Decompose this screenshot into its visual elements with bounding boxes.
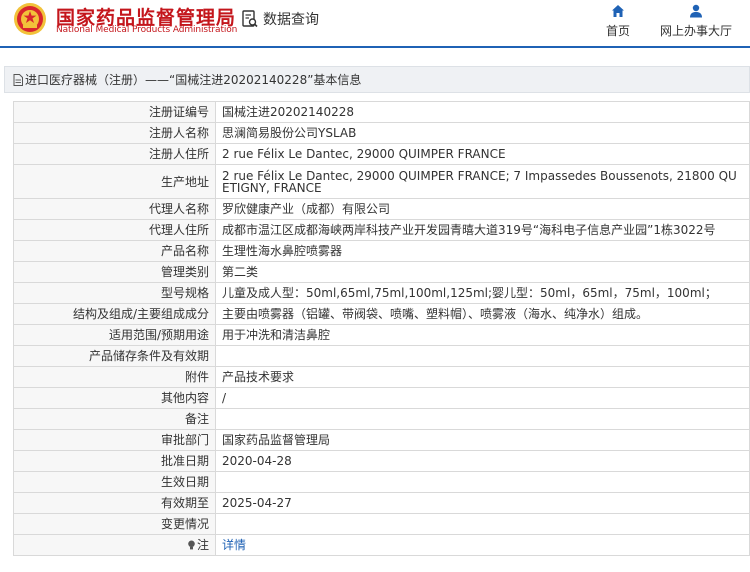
field-label: 审批部门 (13, 429, 216, 451)
field-label: 注册证编号 (13, 101, 216, 123)
org-name-en[interactable]: National Medical Products Administration (56, 25, 237, 35)
field-label: 产品储存条件及有效期 (13, 345, 216, 367)
details-link[interactable]: 详情 (222, 538, 246, 552)
table-row: 批准日期 2020-04-28 (13, 450, 750, 472)
field-label: 附件 (13, 366, 216, 388)
national-emblem-icon[interactable] (13, 2, 47, 36)
table-row: 生效日期 (13, 471, 750, 493)
field-label: 注册人住所 (13, 143, 216, 165)
nav-service-label: 网上办事大厅 (659, 24, 732, 38)
note-value-cell: 详情 (215, 534, 750, 556)
table-row: 生产地址 2 rue Félix Le Dantec, 29000 QUIMPER… (13, 164, 750, 199)
field-value (215, 345, 750, 367)
field-label: 有效期至 (13, 492, 216, 514)
field-value (215, 471, 750, 493)
field-label: 管理类别 (13, 261, 216, 283)
field-value: / (215, 387, 750, 409)
table-row: 备注 (13, 408, 750, 430)
field-label: 备注 (13, 408, 216, 430)
field-label: 型号规格 (13, 282, 216, 304)
field-value: 生理性海水鼻腔喷雾器 (215, 240, 750, 262)
field-value: 国械注进20202140228 (215, 101, 750, 123)
document-icon (13, 73, 23, 86)
note-label-cell: 注 (13, 534, 216, 556)
table-row: 管理类别 第二类 (13, 261, 750, 283)
field-value: 2 rue Félix Le Dantec, 29000 QUIMPER FRA… (215, 164, 750, 199)
field-value: 国家药品监督管理局 (215, 429, 750, 451)
field-label: 代理人名称 (13, 198, 216, 220)
lightbulb-icon (188, 540, 195, 550)
field-label: 结构及组成/主要组成成分 (13, 303, 216, 325)
field-value (215, 408, 750, 430)
table-row: 代理人住所 成都市温江区成都海峡两岸科技产业开发园青暿大道319号“海科电子信息产… (13, 219, 750, 241)
field-value: 主要由喷雾器（铝罐、带阀袋、喷嘴、塑料帽）、喷雾液（海水、纯净水）组成。 (215, 303, 750, 325)
record-title: 进口医疗器械（注册）——“国械注进20202140228”基本信息 (25, 73, 362, 87)
field-value: 2 rue Félix Le Dantec, 29000 QUIMPER FRA… (215, 143, 750, 165)
field-label: 生效日期 (13, 471, 216, 493)
field-label: 生产地址 (13, 164, 216, 199)
table-row: 附件 产品技术要求 (13, 366, 750, 388)
field-value: 用于冲洗和清洁鼻腔 (215, 324, 750, 346)
header-divider (0, 46, 750, 48)
table-row: 有效期至 2025-04-27 (13, 492, 750, 514)
record-title-bar: 进口医疗器械（注册）——“国械注进20202140228”基本信息 (4, 66, 750, 93)
field-value: 成都市温江区成都海峡两岸科技产业开发园青暿大道319号“海科电子信息产业园”1栋… (215, 219, 750, 241)
field-value: 2020-04-28 (215, 450, 750, 472)
field-label: 批准日期 (13, 450, 216, 472)
data-query-label: 数据查询 (263, 12, 319, 28)
field-value: 产品技术要求 (215, 366, 750, 388)
table-row: 审批部门 国家药品监督管理局 (13, 429, 750, 451)
table-row: 适用范围/预期用途 用于冲洗和清洁鼻腔 (13, 324, 750, 346)
field-value: 思澜简易股份公司YSLAB (215, 122, 750, 144)
field-label: 代理人住所 (13, 219, 216, 241)
home-icon (612, 5, 624, 17)
field-label: 其他内容 (13, 387, 216, 409)
table-row: 产品名称 生理性海水鼻腔喷雾器 (13, 240, 750, 262)
field-value (215, 513, 750, 535)
site-header: 国家药品监督管理局 National Medical Products Admi… (0, 0, 750, 48)
table-row: 注册人住所 2 rue Félix Le Dantec, 29000 QUIMPE… (13, 143, 750, 165)
field-value: 第二类 (215, 261, 750, 283)
field-label: 产品名称 (13, 240, 216, 262)
user-icon (690, 4, 702, 18)
table-row-note: 注 详情 (13, 534, 750, 556)
table-row: 产品储存条件及有效期 (13, 345, 750, 367)
table-row: 代理人名称 罗欣健康产业（成都）有限公司 (13, 198, 750, 220)
table-row: 型号规格 儿童及成人型：50ml,65ml,75ml,100ml,125ml;婴儿… (13, 282, 750, 304)
field-label: 注册人名称 (13, 122, 216, 144)
nav-home[interactable]: 首页 (598, 4, 638, 39)
nav-home-label: 首页 (605, 24, 630, 38)
table-row: 注册人名称 思澜简易股份公司YSLAB (13, 122, 750, 144)
document-search-icon (242, 10, 258, 28)
field-value: 儿童及成人型：50ml,65ml,75ml,100ml,125ml;婴儿型：50… (215, 282, 750, 304)
registration-detail-table: 注册证编号 国械注进20202140228 注册人名称 思澜简易股份公司YSLAB … (13, 101, 750, 556)
field-label: 适用范围/预期用途 (13, 324, 216, 346)
field-label: 变更情况 (13, 513, 216, 535)
table-row: 注册证编号 国械注进20202140228 (13, 101, 750, 123)
field-value: 罗欣健康产业（成都）有限公司 (215, 198, 750, 220)
table-row: 变更情况 (13, 513, 750, 535)
table-row: 其他内容 / (13, 387, 750, 409)
note-label: 注 (196, 538, 209, 552)
table-row: 结构及组成/主要组成成分 主要由喷雾器（铝罐、带阀袋、喷嘴、塑料帽）、喷雾液（海水… (13, 303, 750, 325)
field-value: 2025-04-27 (215, 492, 750, 514)
data-query-link[interactable]: 数据查询 (242, 9, 319, 29)
nav-online-service[interactable]: 网上办事大厅 (652, 4, 740, 39)
